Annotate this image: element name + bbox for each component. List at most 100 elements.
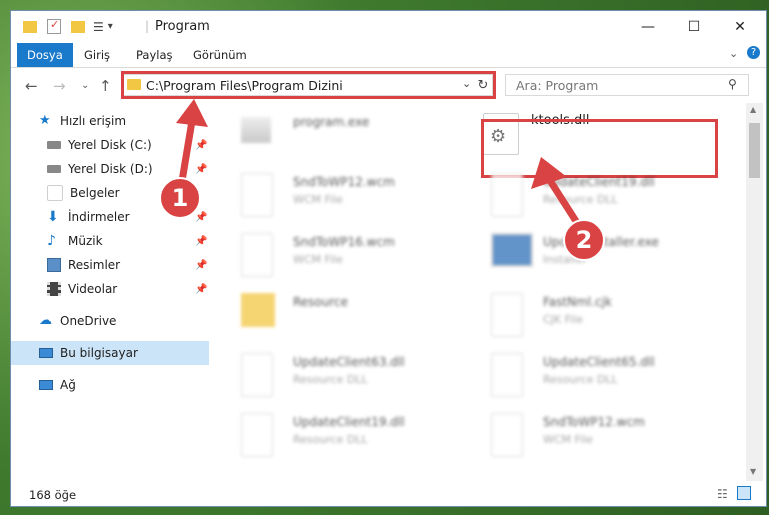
folder-icon <box>23 20 37 33</box>
file-item[interactable]: UpdateClient19.dll Resource DLL <box>471 167 711 225</box>
pin-icon[interactable]: 📌 <box>195 284 207 295</box>
sidebar-item-network[interactable]: Ağ <box>11 373 237 397</box>
customize-dropdown-icon[interactable]: ▾ <box>108 21 113 32</box>
sidebar-item-disk-d[interactable]: Yerel Disk (D:) 📌 <box>11 157 245 181</box>
back-arrow-icon[interactable]: ← <box>25 77 38 95</box>
annotation-badge-two: 2 <box>563 219 605 261</box>
file-type: WCM File <box>293 193 343 206</box>
star-icon: ★ <box>39 113 51 128</box>
cloud-icon: ☁ <box>39 313 52 328</box>
vertical-scrollbar[interactable]: ▲ ▼ <box>746 103 763 481</box>
document-icon <box>491 413 523 457</box>
sidebar-item-quick-access[interactable]: ★ Hızlı erişim <box>11 109 237 133</box>
new-folder-icon[interactable] <box>71 20 85 33</box>
file-item[interactable]: FastNml.cjk CJK File <box>471 287 711 345</box>
file-item[interactable]: UpdateClient19.dll Resource DLL <box>221 407 461 465</box>
pin-icon[interactable]: 📌 <box>195 164 207 175</box>
pin-icon[interactable]: 📌 <box>195 236 207 247</box>
sidebar-item-pictures[interactable]: Resimler 📌 <box>11 253 245 277</box>
sidebar-item-label: Videolar <box>68 282 118 296</box>
pin-icon[interactable]: 📌 <box>195 212 207 223</box>
properties-icon[interactable]: ✓ <box>47 18 61 34</box>
computer-icon <box>39 348 53 358</box>
file-name: UpdateClient65.dll <box>543 355 655 369</box>
sidebar-item-this-pc[interactable]: Bu bilgisayar <box>11 341 209 365</box>
file-item[interactable]: SndToWP16.wcm WCM File <box>221 227 461 285</box>
tab-home[interactable]: Giriş <box>74 43 120 67</box>
ribbon-expand-icon[interactable]: ⌄ <box>729 47 738 60</box>
pin-icon[interactable]: 📌 <box>195 140 207 151</box>
file-type: CJK File <box>543 313 584 326</box>
explorer-window: ✓ ☰ ▾ | Program — ☐ ✕ Dosya Giriş Paylaş… <box>10 10 767 507</box>
document-icon <box>241 233 273 277</box>
file-name: SndToWP12.wcm <box>293 175 395 189</box>
title-separator: | <box>145 19 150 33</box>
file-name: Resource <box>293 295 349 309</box>
search-input[interactable]: Ara: Program <box>516 78 598 93</box>
file-item[interactable]: SndToWP12.wcm WCM File <box>221 167 461 225</box>
pin-icon[interactable]: 📌 <box>195 260 207 271</box>
file-list: program.exe ⚙ ktools.dll SndToWP12.wcm W… <box>221 103 744 481</box>
sidebar-item-label: Yerel Disk (D:) <box>68 162 153 176</box>
title-bar: ✓ ☰ ▾ | Program — ☐ ✕ <box>11 11 766 43</box>
tab-view[interactable]: Görünüm <box>183 43 257 67</box>
file-item[interactable]: UpdateClient65.dll Resource DLL <box>471 347 711 405</box>
document-icon <box>47 185 63 201</box>
file-type: Resource DLL <box>293 433 368 446</box>
sidebar-item-label: Ağ <box>60 378 76 392</box>
file-name: FastNml.cjk <box>543 295 612 309</box>
sidebar-item-label: Hızlı erişim <box>60 114 127 128</box>
up-arrow-icon[interactable]: ↑ <box>99 77 112 95</box>
sidebar-item-downloads[interactable]: ⬇ İndirmeler 📌 <box>11 205 245 229</box>
file-name: SndToWP16.wcm <box>293 235 395 249</box>
sidebar-item-onedrive[interactable]: ☁ OneDrive <box>11 309 237 333</box>
search-icon[interactable]: ⚲ <box>728 77 737 91</box>
navigation-bar: ← → ⌄ ↑ C:\Program Files\Program Dizini … <box>11 68 766 102</box>
sidebar-item-music[interactable]: ♪ Müzik 📌 <box>11 229 245 253</box>
network-icon <box>39 380 53 390</box>
sidebar-item-label: Resimler <box>68 258 121 272</box>
help-icon[interactable]: ? <box>747 46 760 59</box>
sidebar-item-label: İndirmeler <box>68 210 130 224</box>
document-icon <box>241 173 273 217</box>
file-item[interactable]: Resource <box>221 287 461 345</box>
scroll-down-icon[interactable]: ▼ <box>750 467 756 476</box>
drive-icon <box>47 165 61 173</box>
sidebar-item-label: Yerel Disk (C:) <box>68 138 152 152</box>
file-name: SndToWP12.wcm <box>543 415 645 429</box>
maximize-button[interactable]: ☐ <box>671 11 717 43</box>
file-item[interactable]: UpdateClient63.dll Resource DLL <box>221 347 461 405</box>
music-icon: ♪ <box>47 233 56 249</box>
view-icon[interactable]: ☰ <box>93 20 104 34</box>
scrollbar-thumb[interactable] <box>749 123 760 178</box>
search-box[interactable]: Ara: Program ⚲ <box>505 74 749 96</box>
sidebar-item-label: Belgeler <box>70 186 120 200</box>
file-item[interactable]: SndToWP12.wcm WCM File <box>471 407 711 465</box>
sidebar-item-disk-c[interactable]: Yerel Disk (C:) 📌 <box>11 133 245 157</box>
dll-gear-icon <box>241 413 273 457</box>
file-type: Resource DLL <box>543 193 618 206</box>
file-name: program.exe <box>293 115 370 129</box>
drive-icon <box>47 141 61 149</box>
tab-file[interactable]: Dosya <box>17 43 73 67</box>
navigation-pane: ★ Hızlı erişim Yerel Disk (C:) 📌 Yerel D… <box>11 103 209 481</box>
sidebar-item-label: OneDrive <box>60 314 117 328</box>
dll-gear-icon <box>491 353 523 397</box>
tab-share[interactable]: Paylaş <box>126 43 183 67</box>
sidebar-item-documents[interactable]: Belgeler <box>11 181 245 205</box>
file-name: UpdateClient63.dll <box>293 355 405 369</box>
download-icon: ⬇ <box>47 209 59 225</box>
forward-arrow-icon[interactable]: → <box>53 77 66 95</box>
details-view-icon[interactable]: ☷ <box>717 487 728 501</box>
recent-locations-icon[interactable]: ⌄ <box>81 80 89 91</box>
sidebar-item-videos[interactable]: Videolar 📌 <box>11 277 245 301</box>
file-type: WCM File <box>293 253 343 266</box>
scroll-up-icon[interactable]: ▲ <box>750 105 756 114</box>
minimize-button[interactable]: — <box>625 11 671 43</box>
installer-icon <box>491 233 533 267</box>
file-item[interactable]: program.exe <box>221 107 461 165</box>
pictures-icon <box>47 258 61 272</box>
file-name: UpdateClient19.dll <box>293 415 405 429</box>
close-button[interactable]: ✕ <box>717 11 763 43</box>
large-icons-view-icon[interactable] <box>737 486 751 500</box>
